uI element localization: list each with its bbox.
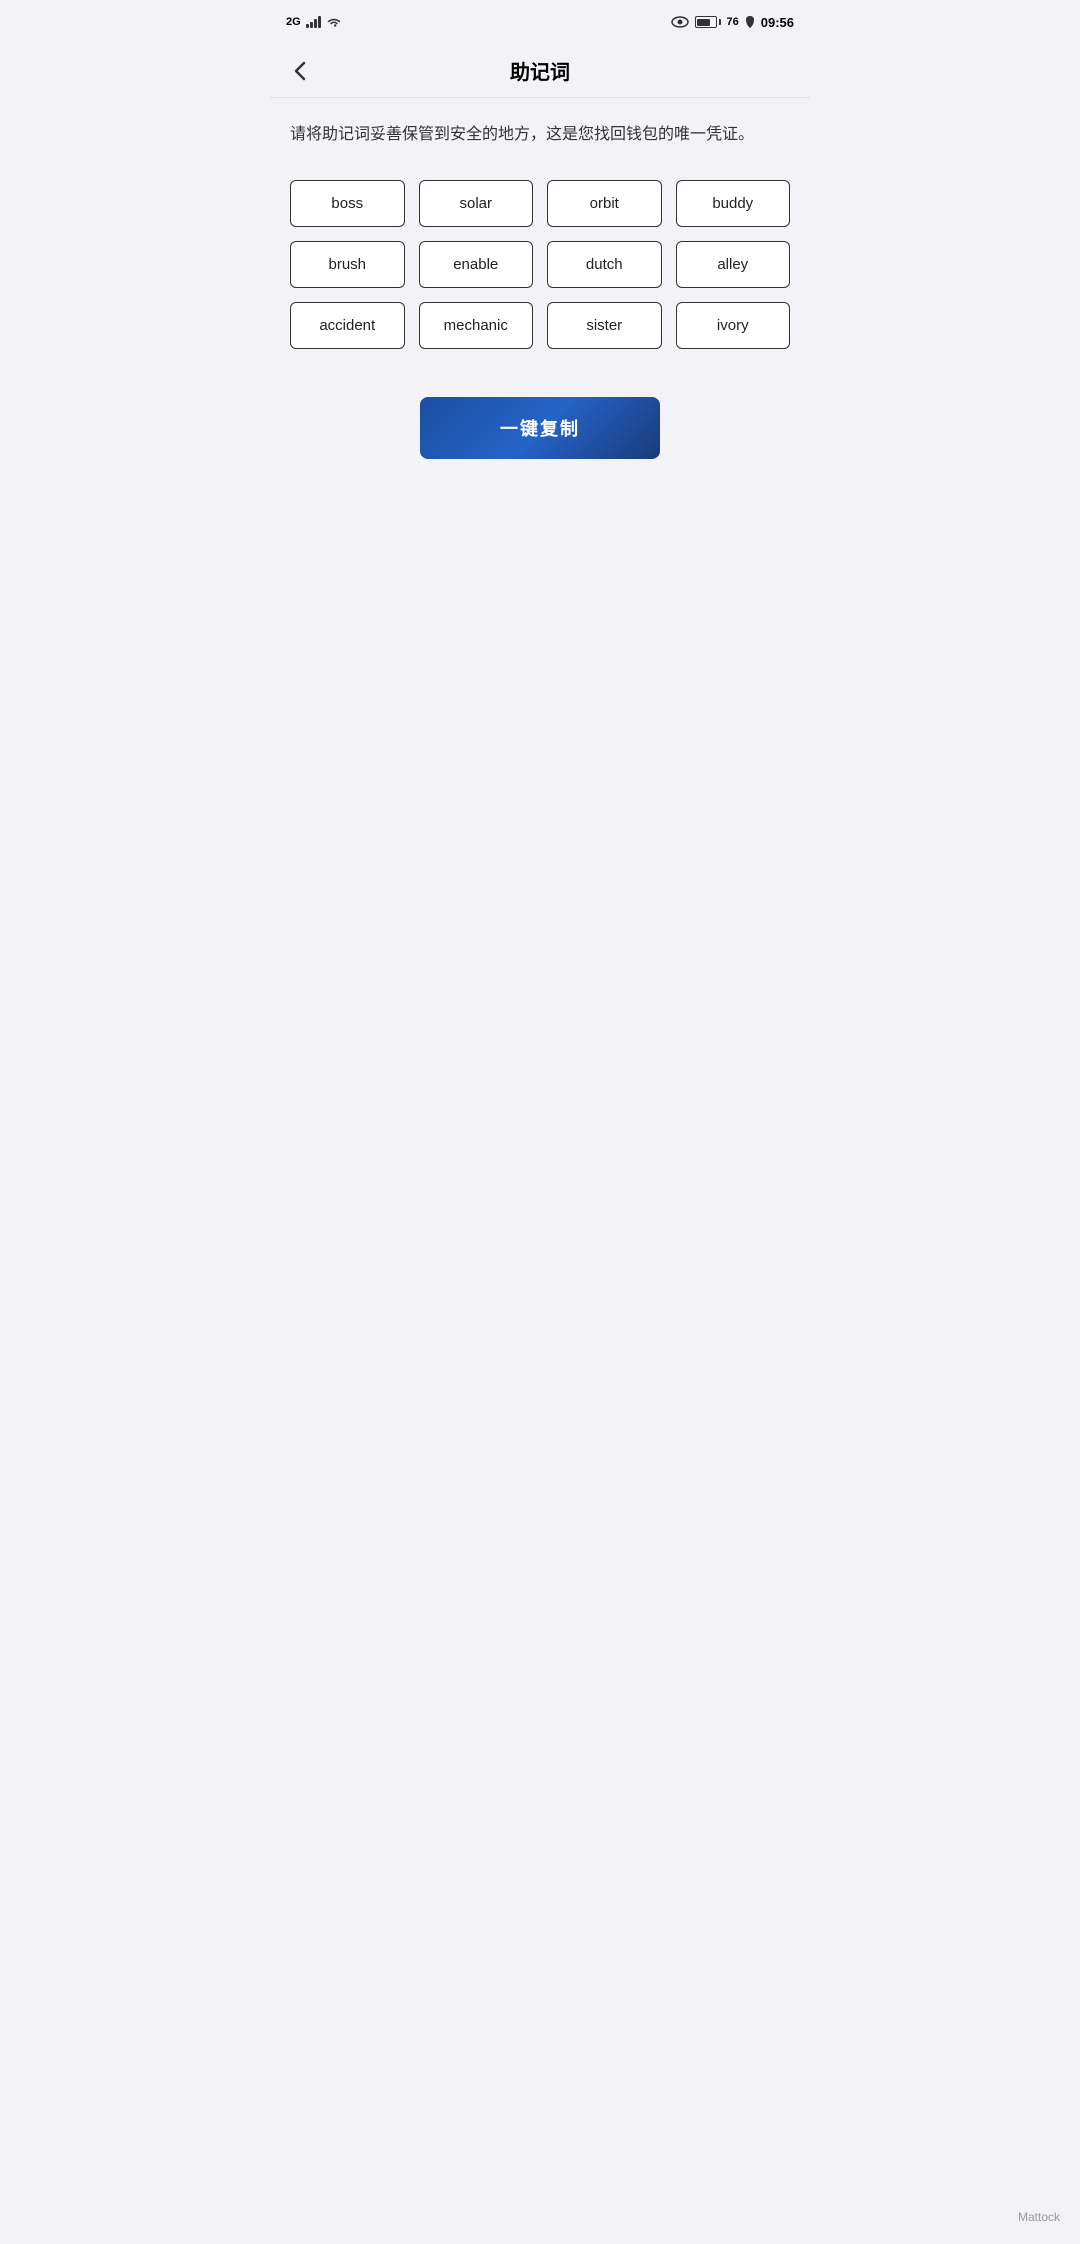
mnemonic-word-7: dutch: [547, 241, 662, 288]
mnemonic-word-12: ivory: [676, 302, 791, 349]
description-text: 请将助记词妥善保管到安全的地方，这是您找回钱包的唯一凭证。: [290, 122, 790, 148]
time-display: 09:56: [761, 15, 794, 30]
back-button[interactable]: [290, 59, 310, 83]
mnemonic-word-5: brush: [290, 241, 405, 288]
mnemonic-word-3: orbit: [547, 180, 662, 227]
wifi-icon: [326, 16, 342, 28]
copy-button[interactable]: 一键复制: [420, 397, 660, 459]
mnemonic-word-10: mechanic: [419, 302, 534, 349]
mnemonic-word-2: solar: [419, 180, 534, 227]
mnemonic-word-6: enable: [419, 241, 534, 288]
signal-icon: [306, 16, 321, 28]
battery-percent: 76: [727, 16, 739, 28]
mnemonic-grid: boss solar orbit buddy brush enable dutch alley…: [290, 180, 790, 349]
status-right: 76 09:56: [671, 15, 795, 30]
watermark: Mattock: [1018, 2210, 1060, 2224]
network-type: 2G: [286, 16, 301, 28]
leaf-icon: [745, 15, 755, 29]
mnemonic-word-4: buddy: [676, 180, 791, 227]
mnemonic-word-9: accident: [290, 302, 405, 349]
back-arrow-icon: [290, 59, 310, 83]
main-content: 请将助记词妥善保管到安全的地方，这是您找回钱包的唯一凭证。 boss solaro…: [270, 98, 810, 523]
status-bar: 2G 76 09:56: [270, 0, 810, 44]
mnemonic-word-1: boss: [290, 180, 405, 227]
copy-button-wrapper: 一键复制: [290, 397, 790, 459]
eye-icon: [671, 16, 689, 28]
mnemonic-word-11: sister: [547, 302, 662, 349]
header: 助记词: [270, 44, 810, 98]
mnemonic-word-8: alley: [676, 241, 791, 288]
status-left: 2G: [286, 16, 342, 28]
page-title: 助记词: [510, 56, 570, 85]
battery-icon: [695, 16, 721, 28]
